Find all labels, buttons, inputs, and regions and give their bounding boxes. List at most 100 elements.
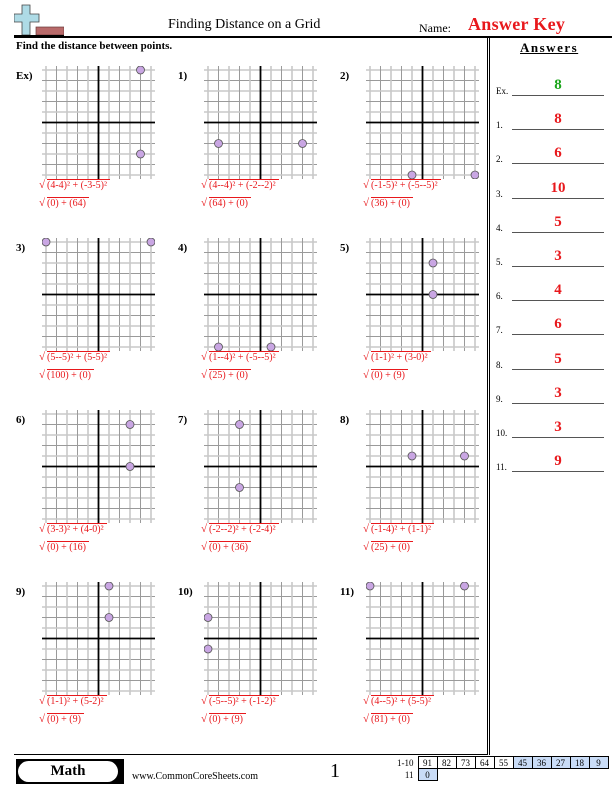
distance-formula: (1--4)² + (-5--5)²	[201, 351, 279, 363]
coordinate-grid	[366, 238, 479, 351]
answer-row: 1. 8	[496, 110, 608, 131]
footer-divider	[14, 754, 488, 755]
plotted-point	[204, 644, 213, 654]
distance-formula: (3-3)² + (4-0)²	[39, 523, 107, 535]
problem-number: 1)	[178, 70, 188, 82]
answer-row: 9. 3	[496, 384, 608, 404]
name-label: Name:	[419, 21, 451, 35]
answer-value: 3	[554, 419, 562, 435]
worksheet-title: Finding Distance on a Grid	[168, 17, 321, 32]
answer-line	[512, 129, 604, 131]
problem-number: 4)	[178, 242, 188, 254]
distance-formula-simplified: (36) + (0)	[363, 197, 413, 209]
answer-row: 2. 6	[496, 144, 608, 165]
coordinate-grid	[42, 410, 155, 523]
formula-squares: (0) + (9)	[209, 713, 246, 725]
plotted-point	[214, 139, 223, 148]
distance-formula-simplified: (64) + (0)	[201, 197, 251, 209]
score-cell: 91	[417, 756, 438, 769]
problem: 3) (5--5)² + (5-5)² (100) + (0)	[16, 232, 176, 402]
answer-line	[512, 95, 604, 96]
plotted-point	[204, 613, 213, 622]
score-cell: 73	[455, 756, 476, 769]
coordinate-grid	[42, 582, 155, 695]
answer-key-text: Answer Key	[468, 14, 566, 34]
formula-squares: (0) + (9)	[47, 713, 84, 725]
plotted-point	[104, 613, 114, 622]
answer-value: 4	[554, 282, 562, 299]
answer-line	[512, 163, 604, 165]
plotted-point	[470, 170, 479, 179]
website-link[interactable]: www.CommonCoreSheets.com	[132, 771, 258, 782]
answer-line	[512, 300, 604, 302]
distance-formula: (-1-5)² + (-5--5)²	[363, 179, 441, 191]
plotted-point	[298, 139, 307, 148]
answer-value: 3	[554, 248, 562, 264]
formula-substitution: (-2--2)² + (-2-4)²	[209, 523, 279, 535]
score-table: 1-10 91 82 73 64 55 45 36 27 18 9 11 0	[394, 756, 609, 781]
score-cell: 45	[512, 756, 533, 769]
formula-substitution: (3-3)² + (4-0)²	[47, 523, 107, 535]
distance-formula-simplified: (0) + (9)	[39, 713, 84, 725]
plotted-point	[42, 238, 51, 247]
problem-number: 10)	[178, 586, 193, 598]
problem: 9) (1-1)² + (5-2)² (0) + (9)	[16, 576, 176, 746]
problem-number: 8)	[340, 414, 350, 426]
score-cell: 0	[417, 768, 438, 781]
answer-line	[512, 368, 604, 370]
problem-number: 2)	[340, 70, 350, 82]
problem-number: 5)	[340, 242, 350, 254]
score-cell: 36	[531, 756, 552, 769]
formula-substitution: (-5--5)² + (-1-2)²	[209, 695, 279, 707]
answer-line	[512, 334, 604, 336]
formula-squares: (100) + (0)	[47, 369, 94, 381]
answer-line	[512, 471, 604, 473]
problem: Ex) (4-4)² + (-3-5)² (0) + (64)	[16, 60, 176, 230]
formula-squares: (81) + (0)	[371, 713, 413, 725]
plotted-point	[146, 238, 155, 247]
coordinate-grid	[366, 410, 479, 523]
coordinate-grid	[42, 238, 155, 351]
answer-row: 4. 5	[496, 213, 608, 233]
page-number: 1	[330, 760, 340, 782]
distance-formula-simplified: (25) + (0)	[363, 541, 413, 553]
coordinate-grid	[366, 66, 479, 179]
coordinate-grid	[42, 66, 155, 179]
score-row-label: 1-10	[397, 757, 414, 768]
formula-substitution: (1-1)² + (5-2)²	[47, 695, 107, 707]
coordinate-grid	[366, 582, 479, 695]
plotted-point	[104, 582, 114, 591]
answer-value: 3	[554, 384, 562, 401]
formula-substitution: (4--5)² + (5-5)²	[371, 695, 434, 707]
plotted-point	[235, 483, 244, 492]
plotted-point	[407, 451, 417, 461]
plotted-point	[460, 582, 469, 591]
distance-formula-simplified: (0) + (64)	[39, 197, 89, 209]
formula-substitution: (1--4)² + (-5--5)²	[209, 351, 279, 363]
logo-icon	[14, 4, 64, 37]
answer-line	[512, 197, 604, 199]
plotted-point	[266, 342, 276, 351]
answer-value: 8	[554, 111, 562, 128]
instructions: Find the distance between points.	[16, 40, 173, 52]
answer-value: 6	[554, 145, 562, 162]
answer-row: 7. 6	[496, 315, 608, 336]
score-cell: 55	[493, 756, 514, 769]
problem: 10) (-5--5)² + (-1-2)² (0) + (9)	[178, 576, 338, 746]
formula-squares: (25) + (0)	[209, 369, 251, 381]
problem-number: Ex)	[16, 70, 33, 82]
score-cell: 9	[588, 756, 609, 769]
formula-squares: (0) + (16)	[47, 541, 89, 553]
problem: 6) (3-3)² + (4-0)² (0) + (16)	[16, 404, 176, 574]
distance-formula: (4--5)² + (5-5)²	[363, 695, 434, 707]
problem: 2) (-1-5)² + (-5--5)² (36) + (0)	[340, 60, 500, 230]
answer-line	[512, 437, 604, 438]
formula-squares: (0) + (9)	[371, 369, 408, 381]
answer-line	[512, 231, 604, 233]
plotted-point	[235, 420, 244, 429]
coordinate-grid	[204, 410, 317, 523]
problem-number: 9)	[16, 586, 26, 598]
subject-label: Math	[18, 761, 118, 782]
formula-substitution: (5--5)² + (5-5)²	[47, 351, 110, 363]
plotted-point	[125, 462, 135, 471]
